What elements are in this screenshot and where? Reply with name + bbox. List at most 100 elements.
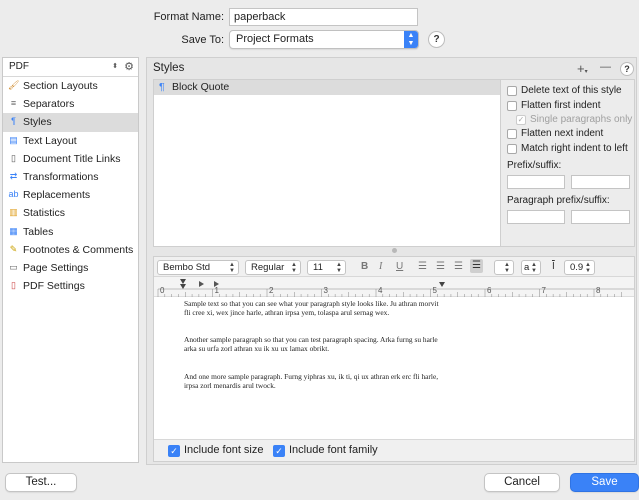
ruler-tick-label: 1 — [214, 286, 219, 295]
para-suffix-field[interactable] — [571, 210, 630, 224]
sidebar-item-page-settings[interactable]: ▭ Page Settings — [3, 259, 138, 277]
chevron-updown-icon: ▲ ▼ — [585, 262, 591, 274]
sidebar-item-transformations[interactable]: ⇄ Transformations — [3, 168, 138, 186]
style-name: Block Quote — [172, 81, 230, 93]
format-type-value: PDF — [9, 61, 29, 72]
save-button[interactable]: Save — [570, 473, 639, 492]
font-family-select[interactable]: Bembo Std ▲ ▼ — [157, 260, 239, 275]
font-weight-select[interactable]: Regular ▲ ▼ — [245, 260, 301, 275]
sidebar-item-pdf-settings[interactable]: ▯ PDF Settings — [3, 277, 138, 295]
sidebar-item-styles[interactable]: ¶ Styles — [3, 113, 138, 132]
prefix-field[interactable] — [507, 175, 565, 189]
prefix-label: Prefix/suffix: — [507, 160, 562, 171]
include-font-size-checkbox[interactable]: ✓ — [168, 445, 180, 457]
format-type-select[interactable]: PDF ⬍ ⚙ — [3, 58, 138, 77]
flatten-first-checkbox[interactable] — [507, 101, 517, 111]
align-left-icon[interactable]: ☰ — [418, 260, 427, 274]
delete-text-checkbox[interactable] — [507, 86, 517, 96]
sidebar-item-label: Footnotes & Comments — [23, 243, 134, 256]
sidebar-item-label: Separators — [23, 98, 75, 111]
chevron-updown-icon: ▲ ▼ — [404, 31, 418, 48]
sidebar-item-label: Text Layout — [23, 134, 77, 147]
sidebar-item-label: Tables — [23, 225, 54, 238]
footnote-icon: ✎ — [9, 243, 18, 254]
style-list: ¶ Block Quote — [153, 79, 501, 247]
sidebar-item-separators[interactable]: ≡ Separators — [3, 95, 138, 113]
pilcrow-icon: ¶ — [159, 81, 165, 93]
tab-stop-icon[interactable] — [199, 281, 204, 287]
sample-paragraph: Sample text so that you can see what you… — [184, 299, 439, 318]
sample-paragraph: Another sample paragraph so that you can… — [184, 334, 438, 353]
style-options: Delete text of this style Flatten first … — [501, 79, 635, 247]
line-height-stepper[interactable]: 0.9 ▲ ▼ — [564, 260, 595, 275]
ruler-tick-label: 5 — [432, 286, 437, 295]
para-prefix-label: Paragraph prefix/suffix: — [507, 195, 610, 206]
single-para-checkbox[interactable]: ✓ — [516, 115, 526, 125]
ruler[interactable]: 0 1 2 3 4 5 6 7 8 — [154, 277, 634, 297]
page-icon: ▭ — [9, 261, 18, 272]
include-font-family-checkbox[interactable]: ✓ — [273, 445, 285, 457]
font-options-bar: ✓ Include font size ✓ Include font famil… — [154, 439, 634, 461]
include-font-size-label: Include font size — [184, 444, 264, 456]
sidebar-item-label: Section Layouts — [23, 80, 98, 92]
first-indent-marker[interactable] — [180, 279, 186, 284]
sidebar-item-text-layout[interactable]: ▤ Text Layout — [3, 132, 138, 150]
list-style-select[interactable]: ▲ ▼ — [494, 260, 514, 275]
right-indent-marker[interactable] — [439, 282, 445, 287]
sidebar-item-label: Replacements — [23, 189, 91, 202]
sidebar-item-tables[interactable]: ▦ Tables — [3, 223, 138, 241]
sample-text[interactable]: Sample text so that you can see what you… — [184, 299, 443, 439]
cancel-button[interactable]: Cancel — [484, 473, 560, 492]
table-icon: ▦ — [9, 225, 18, 236]
add-style-button[interactable]: +▾ — [577, 61, 588, 76]
align-right-icon[interactable]: ☰ — [454, 260, 463, 274]
help-button[interactable]: ? — [428, 31, 445, 48]
sidebar-item-label: PDF Settings — [23, 280, 85, 293]
chevron-updown-icon: ▲ ▼ — [336, 262, 342, 274]
align-center-icon[interactable]: ☰ — [436, 260, 445, 274]
sidebar-item-section-layouts[interactable]: 🖌 Section Layouts — [3, 77, 138, 95]
sidebar-item-replacements[interactable]: ab Replacements — [3, 186, 138, 204]
suffix-field[interactable] — [571, 175, 630, 189]
match-right-label: Match right indent to left — [521, 143, 628, 154]
sidebar-item-label: Document Title Links — [23, 152, 121, 165]
chevron-updown-icon: ▲ ▼ — [531, 262, 537, 274]
replace-icon: ab — [8, 189, 19, 200]
styles-icon: ¶ — [11, 116, 16, 127]
ruler-tick-label: 3 — [323, 286, 328, 295]
chevron-updown-icon: ▲ ▼ — [291, 262, 297, 274]
bold-button[interactable]: B — [361, 260, 368, 274]
line-height-icon: I — [552, 261, 555, 272]
match-right-checkbox[interactable] — [507, 144, 517, 154]
align-justify-icon[interactable]: ☰ — [470, 259, 483, 273]
gear-icon[interactable]: ⚙ — [124, 58, 134, 76]
preview-editor: Bembo Std ▲ ▼ Regular ▲ ▼ 11 ▲ ▼ B I U ☰ ☰ ☰ ☰… — [153, 256, 635, 462]
font-size-select[interactable]: 11 ▲ ▼ — [307, 260, 346, 275]
ruler-tick-label: 6 — [487, 286, 492, 295]
spacing-select[interactable]: a ▲ ▼ — [521, 260, 541, 275]
sidebar-item-statistics[interactable]: ▥ Statistics — [3, 204, 138, 222]
format-name-field[interactable]: paperback — [229, 8, 418, 26]
ruler-ticks — [157, 279, 634, 297]
sidebar-list: 🖌 Section Layouts ≡ Separators ¶ Styles ▤ Text … — [3, 77, 138, 295]
save-to-label: Save To: — [181, 34, 224, 46]
left-indent-marker[interactable] — [180, 284, 186, 289]
sidebar-item-label: Statistics — [23, 207, 66, 220]
sidebar-item-footnotes-comments[interactable]: ✎ Footnotes & Comments — [3, 241, 138, 259]
split-handle[interactable] — [392, 248, 397, 253]
styles-help-button[interactable]: ? — [620, 62, 634, 76]
list-item-block-quote[interactable]: ¶ Block Quote — [154, 80, 500, 95]
sidebar-item-document-title-links[interactable]: ▯ Document Title Links — [3, 150, 138, 168]
pdf-icon: ▯ — [11, 280, 16, 291]
underline-button[interactable]: U — [396, 260, 403, 274]
ruler-tick-label: 4 — [378, 286, 383, 295]
add-icon: + — [577, 61, 585, 76]
flatten-next-checkbox[interactable] — [507, 129, 517, 139]
test-button[interactable]: Test... — [5, 473, 77, 492]
save-to-select[interactable]: Project Formats ▲ ▼ — [229, 30, 419, 49]
remove-style-button[interactable]: — — [600, 61, 611, 73]
italic-button[interactable]: I — [379, 260, 382, 274]
separator-icon: ≡ — [10, 98, 17, 109]
sidebar-item-label: Styles — [23, 116, 52, 129]
para-prefix-field[interactable] — [507, 210, 565, 224]
